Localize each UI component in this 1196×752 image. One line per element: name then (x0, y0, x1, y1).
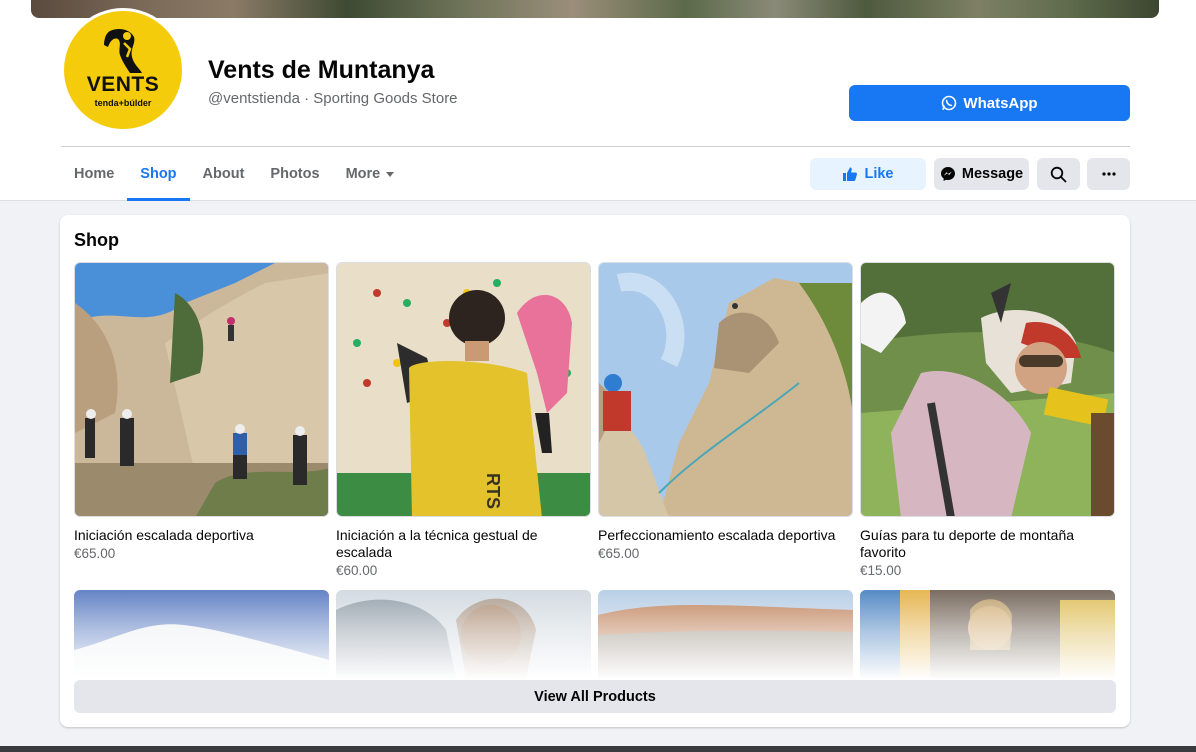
search-button[interactable] (1037, 158, 1080, 190)
tab-shop[interactable]: Shop (127, 147, 190, 201)
bottom-edge (0, 746, 1196, 752)
messenger-icon (940, 167, 955, 181)
svg-text:RTS: RTS (483, 473, 503, 509)
message-button[interactable]: Message (934, 158, 1029, 190)
product-image[interactable] (598, 262, 853, 517)
canyon-photo (598, 590, 853, 678)
logo-wordmark: VENTS (86, 73, 160, 96)
like-label: Like (864, 166, 894, 182)
crag-photo (599, 263, 852, 516)
product-price: €65.00 (74, 546, 116, 561)
product-card[interactable]: Perfeccionamiento escalada deportiva €65… (598, 262, 853, 561)
store-photo (860, 590, 1115, 678)
product-image[interactable] (74, 262, 329, 517)
whatsapp-icon (942, 95, 957, 111)
page-title[interactable]: Vents de Muntanya (208, 56, 434, 85)
product-card[interactable]: RTS Iniciación a la técnica gestual de e… (336, 262, 591, 578)
tab-home[interactable]: Home (61, 147, 127, 201)
cover-photo[interactable] (31, 0, 1159, 18)
ellipsis-icon (1101, 172, 1116, 176)
thumbs-up-icon (843, 167, 858, 181)
product-card[interactable]: Guías para tu deporte de montaña favorit… (860, 262, 1115, 578)
product-card[interactable]: Iniciación escalada deportiva €65.00 (74, 262, 329, 561)
product-price: €15.00 (860, 563, 902, 578)
bouldering-photo: RTS (337, 263, 590, 516)
search-icon (1050, 166, 1067, 182)
climber-logo-icon (104, 29, 142, 73)
message-label: Message (961, 166, 1024, 182)
product-image[interactable]: RTS (336, 262, 591, 517)
tab-about[interactable]: About (190, 147, 258, 201)
tab-more[interactable]: More (333, 147, 408, 201)
product-price: €60.00 (336, 563, 378, 578)
tab-photos[interactable]: Photos (257, 147, 332, 201)
vents-logo: VENTS tenda+búlder (64, 11, 182, 129)
snow-mountain-photo (74, 590, 329, 678)
product-price: €65.00 (598, 546, 640, 561)
product-image-preview[interactable] (598, 590, 853, 678)
product-name[interactable]: Perfeccionamiento escalada deportiva (598, 527, 853, 544)
caret-down-icon (386, 171, 395, 177)
product-name[interactable]: Iniciación escalada deportiva (74, 527, 329, 544)
logo-tagline: tenda+búlder (94, 98, 152, 108)
page-tabs: Home Shop About Photos More (61, 147, 407, 201)
climbing-photo (75, 263, 328, 516)
product-image[interactable] (860, 262, 1115, 517)
product-name[interactable]: Iniciación a la técnica gestual de escal… (336, 527, 591, 561)
profile-picture[interactable]: VENTS tenda+búlder (61, 8, 185, 132)
like-button[interactable]: Like (810, 158, 926, 190)
page-handle-category: @ventstienda · Sporting Goods Store (208, 90, 458, 107)
product-image-preview[interactable] (74, 590, 329, 678)
product-image-preview[interactable] (860, 590, 1115, 678)
shop-section: Shop Iniciación escalada deportiva €65.0… (60, 215, 1130, 727)
product-image-preview[interactable] (336, 590, 591, 678)
hiker-portrait-photo (336, 590, 591, 678)
whatsapp-label: WhatsApp (963, 94, 1038, 112)
whatsapp-button[interactable]: WhatsApp (849, 85, 1130, 121)
view-all-products-button[interactable]: View All Products (74, 680, 1116, 713)
shop-section-title: Shop (74, 230, 119, 250)
product-name[interactable]: Guías para tu deporte de montaña favorit… (860, 527, 1115, 561)
more-options-button[interactable] (1087, 158, 1130, 190)
mountain-guide-photo (861, 263, 1114, 516)
